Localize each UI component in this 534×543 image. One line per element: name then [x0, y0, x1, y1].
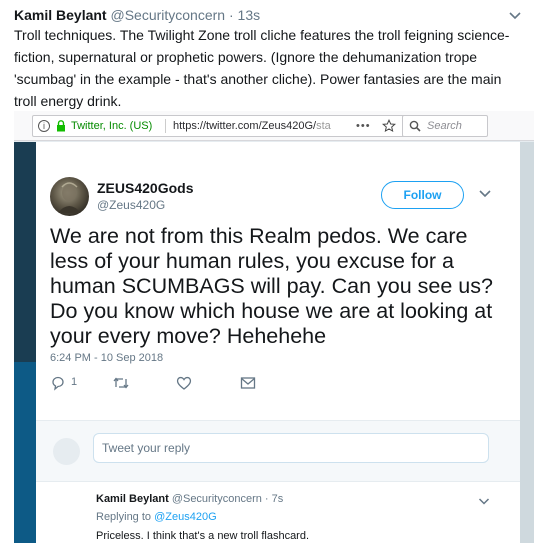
- outer-tweet-header: Kamil Beylant @Securityconcern · 13s: [14, 6, 524, 26]
- chevron-down-icon[interactable]: [478, 189, 492, 199]
- follow-button[interactable]: Follow: [381, 181, 464, 209]
- reply-tweet-text: Priceless. I think that's a new troll fl…: [96, 530, 310, 542]
- tweet-display-name[interactable]: ZEUS420Gods: [97, 180, 193, 196]
- info-icon[interactable]: i: [38, 120, 50, 132]
- outer-author-name[interactable]: Kamil Beylant: [14, 7, 107, 23]
- heart-icon[interactable]: [176, 375, 192, 391]
- outer-separator: ·: [228, 7, 234, 23]
- avatar[interactable]: [50, 177, 89, 216]
- tweet-username[interactable]: @Zeus420G: [97, 198, 165, 212]
- tweet-timestamp[interactable]: 6:24 PM - 10 Sep 2018: [50, 352, 163, 364]
- url-main: https://twitter.com/Zeus420G/: [173, 120, 317, 132]
- search-placeholder: Search: [427, 120, 462, 132]
- tweet-actions: 1: [50, 374, 350, 394]
- avatar-image: [58, 182, 81, 213]
- reply-icon[interactable]: [50, 375, 66, 391]
- reply-timestamp[interactable]: 7s: [272, 493, 284, 505]
- replying-prefix: Replying to: [96, 511, 152, 523]
- tweet-card: ZEUS420Gods @Zeus420G Follow We are not …: [36, 142, 520, 543]
- url-text: https://twitter.com/Zeus420G/sta: [173, 116, 333, 136]
- certificate-org: Twitter, Inc. (US): [71, 120, 153, 132]
- url-field[interactable]: i Twitter, Inc. (US) https://twitter.com…: [32, 115, 408, 137]
- reply-input[interactable]: Tweet your reply: [93, 433, 489, 463]
- page-actions-menu[interactable]: •••: [356, 116, 371, 136]
- reply-tweet: Kamil Beylant @Securityconcern · 7s Repl…: [36, 482, 520, 543]
- scrollbar-track[interactable]: [520, 142, 534, 543]
- envelope-icon[interactable]: [240, 376, 256, 390]
- reply-author-name[interactable]: Kamil Beylant: [96, 493, 169, 505]
- chevron-down-icon[interactable]: [478, 497, 490, 506]
- reply-separator: ·: [264, 493, 269, 505]
- embedded-screenshot: i Twitter, Inc. (US) https://twitter.com…: [14, 111, 534, 543]
- retweet-icon[interactable]: [112, 375, 130, 391]
- chevron-down-icon[interactable]: [508, 8, 522, 22]
- reply-composer: Tweet your reply: [36, 420, 520, 482]
- tweet-text: We are not from this Realm pedos. We car…: [50, 224, 493, 348]
- outer-tweet-text: Troll techniques. The Twilight Zone trol…: [14, 27, 510, 109]
- background-strip-dark: [14, 142, 36, 362]
- reply-count: 1: [71, 376, 78, 388]
- replying-to: Replying to @Zeus420G: [96, 511, 217, 523]
- reply-author-handle[interactable]: @Securityconcern: [172, 493, 262, 505]
- background-strip: [14, 142, 36, 543]
- address-divider: [165, 119, 166, 133]
- url-faded: sta: [316, 120, 331, 132]
- replying-to-link[interactable]: @Zeus420G: [154, 511, 217, 523]
- outer-author-handle[interactable]: @Securityconcern: [110, 7, 225, 23]
- browser-search-field[interactable]: Search: [402, 115, 488, 137]
- lock-icon: [57, 120, 65, 132]
- avatar: [53, 438, 80, 465]
- search-icon: [409, 120, 421, 132]
- browser-address-bar: i Twitter, Inc. (US) https://twitter.com…: [14, 111, 534, 141]
- reply-tweet-header: Kamil Beylant @Securityconcern · 7s: [96, 493, 283, 505]
- outer-timestamp[interactable]: 13s: [238, 7, 261, 23]
- star-icon[interactable]: [382, 119, 396, 133]
